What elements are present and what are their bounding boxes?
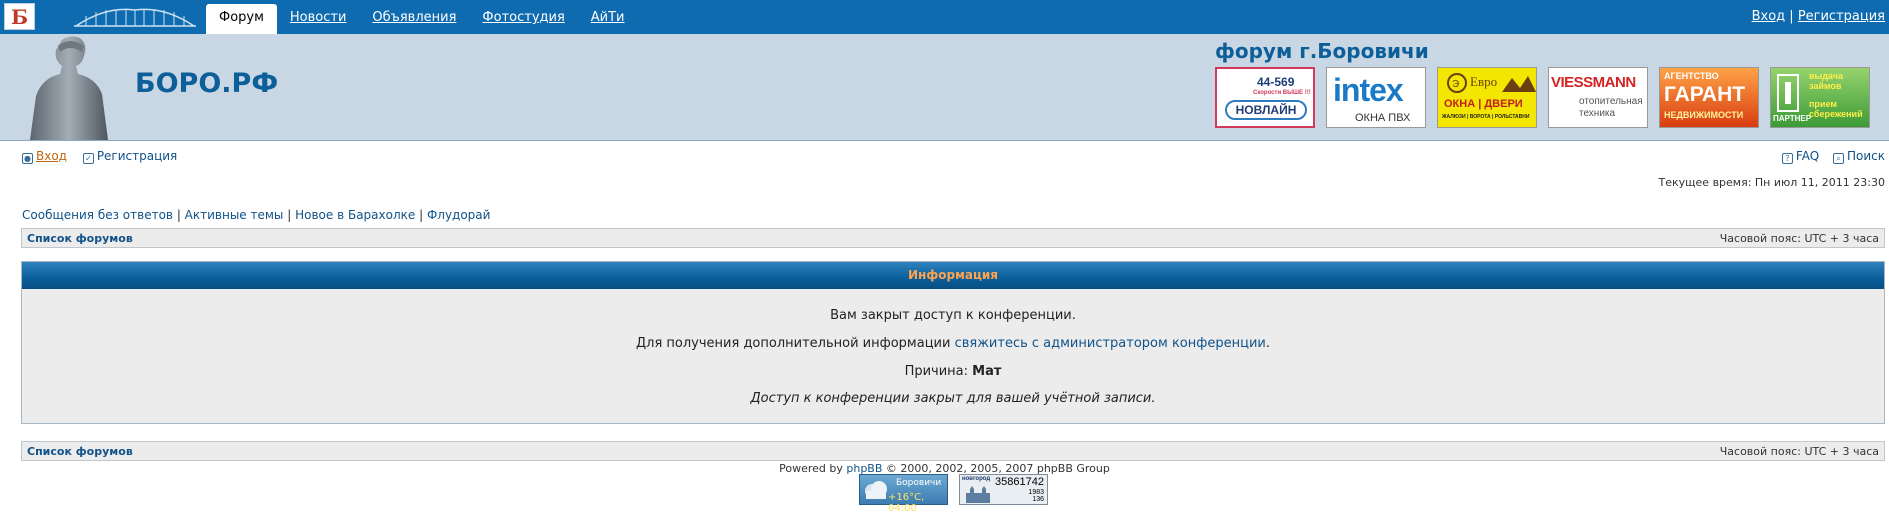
quick-link-active[interactable]: Активные темы	[185, 208, 284, 222]
site-tabs: Форум Новости Объявления Фотостудия АйТи	[206, 4, 638, 34]
partner-brand: ПАРТНЕР	[1773, 114, 1812, 123]
evro-logo-icon: Э	[1447, 73, 1467, 93]
garant-sub: НЕДВИЖИМОСТИ	[1664, 110, 1744, 120]
evro-brand: Евро	[1470, 74, 1498, 89]
contact-admin-link[interactable]: свяжитесь с администратором конференции	[955, 336, 1266, 351]
breadcrumb-bottom: Список форумов Часовой пояс: UTC + 3 час…	[21, 441, 1885, 461]
reason-label: Причина:	[904, 364, 973, 379]
ban-reason: Причина: Мат	[22, 364, 1884, 379]
counter-b: 136	[1032, 496, 1044, 503]
forum-list-link-bottom[interactable]: Список форумов	[27, 445, 133, 458]
tab-forum[interactable]: Форум	[206, 4, 277, 34]
tab-photo[interactable]: Фотостудия	[469, 4, 577, 34]
search-link[interactable]: Поиск	[1847, 149, 1885, 163]
novline-slogan: Скорости ВЫШЕ !!!	[1253, 90, 1311, 96]
intex-brand: intex	[1333, 72, 1404, 108]
tab-ads[interactable]: Объявления	[359, 4, 469, 34]
counter-a: 1983	[1028, 489, 1044, 496]
top-register-link[interactable]: Регистрация	[1798, 9, 1885, 24]
evro-line1: ОКНА | ДВЕРИ	[1444, 98, 1523, 110]
timezone-label-bottom: Часовой пояс: UTC + 3 часа	[1719, 445, 1879, 458]
counter-total: 35861742	[995, 476, 1044, 488]
banner-garant[interactable]: АГЕНТСТВО ГАРАНТ НЕДВИЖИМОСТИ	[1659, 67, 1759, 128]
top-bar: Б Форум Новости Объявления Фотостудия Ай…	[0, 0, 1889, 34]
site-header: БОРО.РФ форум г.Боровичи 44-569 Скорости…	[0, 34, 1889, 141]
forum-city-title: форум г.Боровичи	[1215, 39, 1429, 63]
contact-post: .	[1265, 336, 1270, 351]
partner-line3: прием	[1809, 99, 1838, 109]
tab-it[interactable]: АйТи	[578, 4, 638, 34]
counter-site: новгород	[962, 476, 991, 482]
banner-novline[interactable]: 44-569 Скорости ВЫШЕ !!! НОВЛАЙН	[1215, 67, 1315, 128]
info-panel: Информация Вам закрыт доступ к конференц…	[21, 261, 1885, 424]
top-login-link[interactable]: Вход	[1752, 9, 1786, 24]
banner-viessmann[interactable]: VIESSMANN отопительная техника	[1548, 67, 1648, 128]
banner-partner[interactable]: ПАРТНЕР выдача займов прием сбережений	[1770, 67, 1870, 128]
quick-link-unanswered[interactable]: Сообщения без ответов	[22, 208, 173, 222]
statue-logo-icon[interactable]	[22, 34, 122, 140]
help-nav: ? FAQ ⌕ Поиск	[1781, 149, 1885, 164]
user-nav: ● Вход ✓ Регистрация	[22, 149, 185, 164]
partner-line1: выдача	[1809, 71, 1843, 81]
partner-line2: займов	[1809, 81, 1842, 91]
evro-line2: ЖАЛЮЗИ | ВОРОТА | РОЛЬСТАВНИ	[1442, 114, 1530, 120]
weather-temp: +16°C, 04:00	[888, 492, 925, 514]
powered-pre: Powered by	[779, 462, 847, 475]
weather-cloud-icon	[865, 481, 887, 499]
top-account-links: Вход | Регистрация	[1752, 9, 1885, 24]
banner-evro[interactable]: Э Евро ОКНА | ДВЕРИ ЖАЛЮЗИ | ВОРОТА | РО…	[1437, 67, 1537, 128]
weather-city: Боровичи	[896, 478, 942, 488]
account-closed-message: Доступ к конференции закрыт для вашей уч…	[750, 391, 1156, 406]
current-time: Текущее время: Пн июл 11, 2011 23:30	[1658, 176, 1885, 189]
partner-logo-icon	[1777, 74, 1799, 112]
visit-counter[interactable]: новгород 35861742 1983 136	[959, 474, 1048, 505]
viessmann-line2: техника	[1579, 108, 1616, 119]
site-logo[interactable]: Б	[4, 3, 35, 30]
contact-pre: Для получения дополнительной информации	[635, 336, 955, 351]
quick-link-baraholka[interactable]: Новое в Барахолке	[295, 208, 415, 222]
intex-sub: ОКНА ПВХ	[1355, 112, 1411, 124]
bridge-logo-icon	[74, 8, 196, 27]
reason-value: Мат	[972, 364, 1002, 379]
banner-intex[interactable]: intex ОКНА ПВХ	[1326, 67, 1426, 128]
viessmann-line1: отопительная	[1579, 96, 1643, 107]
garant-top: АГЕНТСТВО	[1664, 71, 1719, 81]
partner-line4: сбережений	[1809, 109, 1863, 119]
site-title[interactable]: БОРО.РФ	[135, 68, 278, 99]
forum-list-link[interactable]: Список форумов	[27, 232, 133, 245]
timezone-label: Часовой пояс: UTC + 3 часа	[1719, 232, 1879, 245]
register-link[interactable]: Регистрация	[97, 149, 177, 163]
kremlin-icon	[966, 486, 990, 503]
quick-links: Сообщения без ответов | Активные темы | …	[22, 208, 491, 222]
novline-brand: НОВЛАЙН	[1225, 100, 1307, 120]
contact-admin-message: Для получения дополнительной информации …	[22, 336, 1884, 351]
novline-phone: 44-569	[1257, 75, 1295, 89]
faq-link[interactable]: FAQ	[1796, 149, 1819, 163]
register-icon: ✓	[82, 153, 94, 164]
tab-news[interactable]: Новости	[277, 4, 360, 34]
top-links-separator: |	[1789, 9, 1794, 24]
login-icon: ●	[22, 153, 33, 164]
evro-roof-icon	[1502, 76, 1536, 92]
login-link[interactable]: Вход	[36, 149, 67, 163]
breadcrumb-top: Список форумов Часовой пояс: UTC + 3 час…	[21, 228, 1885, 248]
faq-icon: ?	[1781, 153, 1793, 164]
garant-brand: ГАРАНТ	[1664, 83, 1746, 106]
svg-text:Э: Э	[1452, 79, 1459, 90]
viessmann-brand: VIESSMANN	[1551, 74, 1636, 91]
ad-banners: 44-569 Скорости ВЫШЕ !!! НОВЛАЙН intex О…	[1215, 67, 1870, 128]
quick-link-fludoray[interactable]: Флудорай	[427, 208, 491, 222]
weather-widget[interactable]: Боровичи +16°C, 04:00	[859, 474, 948, 514]
info-title: Информация	[22, 262, 1884, 289]
access-denied-message: Вам закрыт доступ к конференции.	[830, 308, 1076, 323]
search-icon: ⌕	[1832, 153, 1844, 164]
